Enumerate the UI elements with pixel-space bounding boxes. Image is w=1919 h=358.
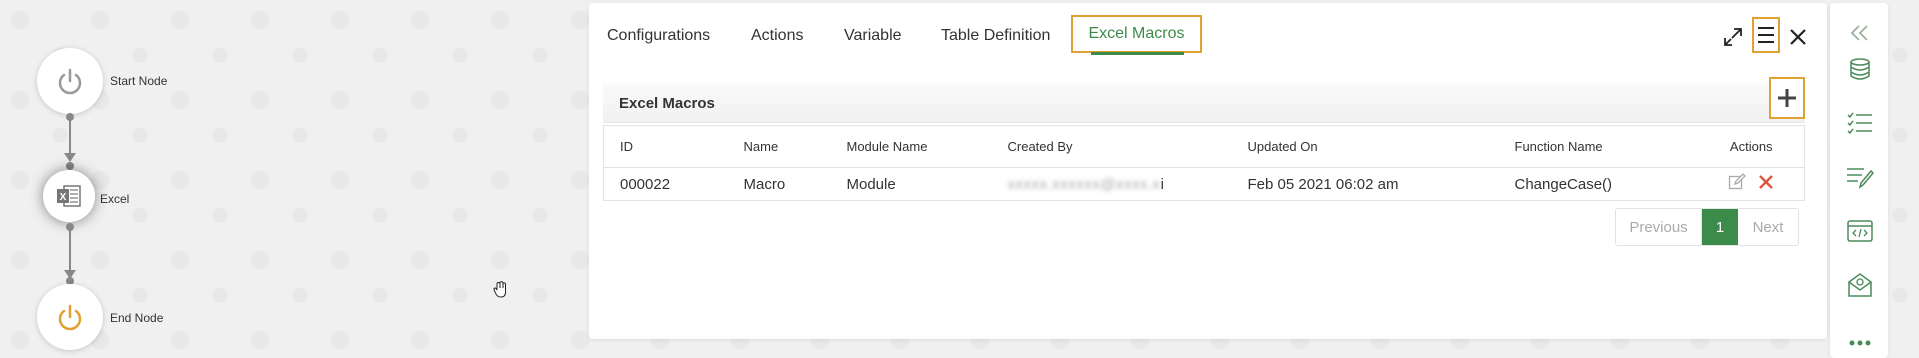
col-header-name: Name <box>727 125 831 168</box>
svg-text:X: X <box>60 192 67 203</box>
cell-module-name: Module <box>830 167 992 201</box>
collapse-icon <box>1850 25 1868 41</box>
email-button[interactable] <box>1846 271 1874 299</box>
end-node[interactable] <box>37 284 103 350</box>
connector-dot <box>66 162 74 170</box>
edit-list-button[interactable] <box>1846 163 1874 191</box>
table-row[interactable]: 000022 Macro Module xxxxx.xxxxxx@xxxx.xi… <box>603 167 1805 201</box>
cell-actions <box>1698 167 1805 201</box>
pagination-next[interactable]: Next <box>1738 209 1798 245</box>
add-macro-button[interactable] <box>1769 77 1805 119</box>
close-button[interactable] <box>1784 21 1812 53</box>
macros-table: ID Name Module Name Created By Updated O… <box>603 125 1805 201</box>
start-node[interactable] <box>37 48 103 114</box>
tab-excel-macros[interactable]: Excel Macros <box>1071 15 1202 55</box>
pagination-previous[interactable]: Previous <box>1616 209 1702 245</box>
more-icon <box>1849 340 1871 346</box>
properties-panel: Configurations Actions Variable Table De… <box>589 3 1827 339</box>
section-title: Excel Macros <box>619 95 715 112</box>
database-icon <box>1850 58 1870 80</box>
excel-node[interactable]: X <box>43 170 95 222</box>
tab-bar: Configurations Actions Variable Table De… <box>589 3 1827 69</box>
menu-button[interactable] <box>1752 17 1780 53</box>
checklist-icon <box>1847 112 1872 135</box>
hand-cursor-icon <box>493 281 506 298</box>
col-header-actions: Actions <box>1698 125 1805 168</box>
pagination-current-page[interactable]: 1 <box>1702 209 1738 245</box>
tab-actions[interactable]: Actions <box>751 27 803 45</box>
col-header-function-name: Function Name <box>1498 125 1699 168</box>
excel-node-label: Excel <box>100 192 130 206</box>
power-icon <box>58 68 82 95</box>
more-button[interactable] <box>1846 329 1874 357</box>
cell-created-by: xxxxx.xxxxxx@xxxx.xi <box>991 167 1232 201</box>
col-header-module-name: Module Name <box>830 125 992 168</box>
database-button[interactable] <box>1846 55 1874 83</box>
col-header-id: ID <box>603 125 728 168</box>
close-icon <box>1790 29 1806 45</box>
checklist-button[interactable] <box>1846 109 1874 137</box>
connector-line <box>69 120 71 154</box>
col-header-created-by: Created By <box>991 125 1232 168</box>
start-node-label: Start Node <box>110 74 168 88</box>
col-header-updated-on: Updated On <box>1231 125 1499 168</box>
plus-icon <box>1778 89 1796 107</box>
menu-icon <box>1758 27 1774 43</box>
created-by-tail: i <box>1160 175 1164 193</box>
collapse-button[interactable] <box>1846 19 1874 47</box>
section-header: Excel Macros <box>603 83 1805 123</box>
tab-table-definition[interactable]: Table Definition <box>941 27 1050 45</box>
connector-arrow <box>64 153 76 162</box>
excel-icon: X <box>57 185 81 207</box>
code-window-button[interactable] <box>1846 217 1874 245</box>
pagination: Previous 1 Next <box>1615 208 1799 246</box>
cell-id: 000022 <box>603 167 728 201</box>
connector-line <box>69 230 71 273</box>
created-by-redacted: xxxxx.xxxxxx@xxxx.x <box>1007 175 1161 193</box>
email-icon <box>1848 273 1872 297</box>
delete-icon[interactable] <box>1758 174 1774 194</box>
cell-name: Macro <box>727 167 831 201</box>
edit-icon[interactable] <box>1728 173 1747 195</box>
right-toolbar <box>1830 3 1888 358</box>
active-tab-indicator <box>1091 52 1184 55</box>
edit-list-icon <box>1847 168 1874 189</box>
end-node-label: End Node <box>110 311 164 325</box>
cell-updated-on: Feb 05 2021 06:02 am <box>1231 167 1499 201</box>
expand-button[interactable] <box>1719 21 1747 53</box>
table-header-row: ID Name Module Name Created By Updated O… <box>603 125 1805 168</box>
cell-function-name: ChangeCase() <box>1498 167 1699 201</box>
code-window-icon <box>1847 220 1873 242</box>
expand-icon <box>1724 28 1742 46</box>
power-icon <box>58 304 82 331</box>
tab-variable[interactable]: Variable <box>844 27 902 45</box>
tab-excel-macros-label: Excel Macros <box>1088 25 1185 42</box>
tab-configurations[interactable]: Configurations <box>607 27 710 45</box>
